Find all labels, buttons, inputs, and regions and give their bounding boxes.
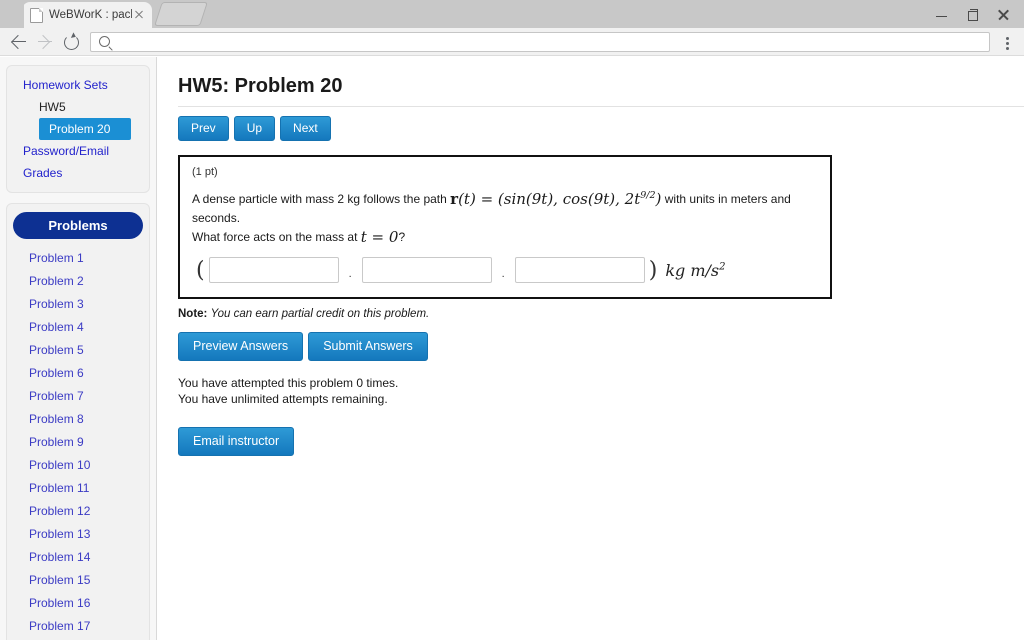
search-icon — [99, 36, 110, 47]
vector-close-paren: ) — [655, 190, 662, 208]
statement-text-1: A dense particle with mass 2 kg follows … — [192, 192, 447, 206]
forward-arrow-icon — [32, 29, 58, 55]
restore-icon[interactable] — [966, 8, 979, 21]
answer-separator-1: . — [348, 268, 352, 280]
partial-credit-note: Note: You can earn partial credit on thi… — [178, 308, 1024, 320]
sidebar-item-problem-20[interactable]: Problem 20 — [39, 118, 131, 140]
preview-answers-button[interactable]: Preview Answers — [178, 332, 304, 361]
problem-link[interactable]: Problem 16 — [7, 592, 149, 615]
title-divider — [178, 106, 1024, 107]
statement-text-3: What force acts on the mass at — [192, 230, 358, 244]
problem-link[interactable]: Problem 3 — [7, 293, 149, 316]
problem-link[interactable]: Problem 2 — [7, 270, 149, 293]
browser-window: WeBWorK : pacheco_ma — [0, 0, 1024, 640]
problem-link[interactable]: Problem 1 — [7, 247, 149, 270]
new-tab-icon[interactable] — [154, 2, 208, 26]
page-body: Homework Sets HW5 Problem 20 Password/Em… — [0, 57, 1024, 640]
note-text: You can earn partial credit on this prob… — [210, 308, 430, 320]
problem-statement: A dense particle with mass 2 kg follows … — [192, 186, 818, 247]
problem-link[interactable]: Problem 4 — [7, 316, 149, 339]
problems-header: Problems — [13, 212, 143, 239]
prev-button[interactable]: Prev — [178, 116, 229, 141]
time-expression: t = 0 — [360, 228, 399, 246]
note-label: Note: — [178, 308, 208, 320]
problem-link[interactable]: Problem 17 — [7, 615, 149, 638]
answer-row: ( . . ) kg m/s2 — [192, 257, 818, 283]
page-favicon-icon — [30, 7, 43, 23]
address-bar[interactable] — [90, 31, 990, 52]
answer-action-buttons: Preview Answers Submit Answers — [178, 332, 1024, 361]
sidebar-item-grades[interactable]: Grades — [7, 162, 149, 184]
problem-box: (1 pt) A dense particle with mass 2 kg f… — [178, 155, 832, 299]
browser-toolbar — [0, 28, 1024, 56]
page-title: HW5: Problem 20 — [178, 75, 343, 97]
problem-link[interactable]: Problem 12 — [7, 500, 149, 523]
problem-link[interactable]: Problem 13 — [7, 523, 149, 546]
sidebar-item-homework-sets[interactable]: Homework Sets — [7, 74, 149, 96]
problem-link[interactable]: Problem 8 — [7, 408, 149, 431]
units-label: kg m/s2 — [665, 260, 726, 280]
problem-nav-buttons: Prev Up Next — [178, 116, 1024, 141]
submit-answers-button[interactable]: Submit Answers — [308, 332, 428, 361]
up-button[interactable]: Up — [233, 116, 276, 141]
next-button[interactable]: Next — [280, 116, 331, 141]
tab-close-icon[interactable] — [132, 8, 146, 22]
sidebar: Homework Sets HW5 Problem 20 Password/Em… — [0, 57, 157, 640]
tab-strip: WeBWorK : pacheco_ma — [0, 0, 1024, 28]
close-icon[interactable] — [997, 8, 1010, 21]
answer-input-y[interactable] — [361, 257, 492, 283]
problem-points: (1 pt) — [192, 166, 218, 178]
window-controls — [935, 0, 1018, 28]
attempts-info: You have attempted this problem 0 times.… — [178, 375, 1024, 407]
problem-link[interactable]: Problem 11 — [7, 477, 149, 500]
email-instructor-button[interactable]: Email instructor — [178, 427, 295, 456]
main-content: HW5: Problem 20 Prev Up Next (1 pt) A de… — [157, 57, 1024, 640]
vector-exponent: 9/2 — [640, 190, 656, 201]
problem-link[interactable]: Problem 9 — [7, 431, 149, 454]
sidebar-nav-card: Homework Sets HW5 Problem 20 Password/Em… — [6, 65, 150, 193]
sidebar-problems-card: Problems Problem 1 Problem 2 Problem 3 Prob… — [6, 203, 150, 640]
problem-link[interactable]: Problem 5 — [7, 339, 149, 362]
back-arrow-icon[interactable] — [6, 29, 32, 55]
question-mark: ? — [398, 230, 406, 244]
kebab-menu-icon[interactable] — [996, 30, 1018, 54]
reload-icon[interactable] — [58, 29, 84, 55]
minimize-icon[interactable] — [935, 8, 948, 21]
vector-expr-text: (t) = (sin(9t), cos(9t), 2t — [458, 190, 641, 208]
attempts-line-1: You have attempted this problem 0 times. — [178, 376, 399, 390]
problem-list: Problem 1 Problem 2 Problem 3 Problem 4 Prob… — [7, 247, 149, 640]
attempts-line-2: You have unlimited attempts remaining. — [178, 392, 388, 406]
sidebar-item-password-email[interactable]: Password/Email — [7, 140, 149, 162]
browser-tab-webwork[interactable]: WeBWorK : pacheco_ma — [12, 2, 152, 28]
tab-title: WeBWorK : pacheco_ma — [49, 9, 132, 21]
answer-separator-2: . — [501, 268, 505, 280]
open-paren: ( — [196, 257, 205, 283]
problem-link[interactable]: Problem 6 — [7, 362, 149, 385]
problem-link[interactable]: Problem 7 — [7, 385, 149, 408]
sidebar-item-hw5[interactable]: HW5 — [7, 96, 149, 118]
problem-link[interactable]: Problem 15 — [7, 569, 149, 592]
problem-link[interactable]: Problem 10 — [7, 454, 149, 477]
problem-link[interactable]: Problem 14 — [7, 546, 149, 569]
answer-input-x[interactable] — [208, 257, 339, 283]
answer-input-z[interactable] — [514, 257, 645, 283]
close-paren: ) — [648, 257, 658, 283]
vector-equation: rr(t) = (sin(9t), cos(9t), 2t(t) = (sin(… — [450, 190, 662, 208]
